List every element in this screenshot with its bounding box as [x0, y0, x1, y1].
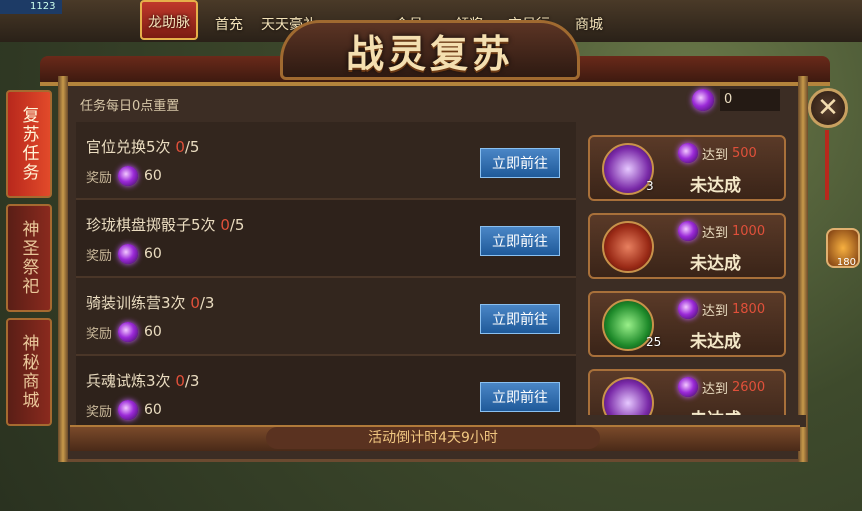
spirit-gem-icon [118, 244, 139, 264]
task-name: 兵魂试炼3次 0/3 [86, 372, 200, 390]
milestone-target: 达到 1800 [678, 299, 765, 319]
milestone-status: 未达成 [690, 176, 741, 196]
tab-revival-tasks[interactable]: 复苏任务 [6, 90, 52, 198]
go-now-button[interactable]: 立即前往 [480, 382, 560, 412]
title-plate: 战灵复苏 [280, 20, 580, 80]
spirit-gem-icon [118, 322, 139, 342]
task-name: 珍珑棋盘掷骰子5次 0/5 [86, 216, 245, 234]
task-name: 官位兑换5次 0/5 [86, 138, 200, 156]
task-reward: 奖励 60 [86, 244, 162, 264]
milestone-target: 达到 500 [678, 143, 757, 163]
milestone-card[interactable]: 3 达到 500 未达成 [588, 135, 786, 201]
task-row: 兵魂试炼3次 0/3 奖励 60 立即前往 [76, 356, 576, 434]
go-now-button[interactable]: 立即前往 [480, 304, 560, 334]
spirit-gem-icon [692, 89, 714, 111]
task-reward: 奖励 60 [86, 322, 162, 342]
milestone-status: 未达成 [690, 254, 741, 274]
close-icon[interactable]: ✕ [808, 88, 848, 128]
panel-title: 战灵复苏 [345, 30, 514, 76]
right-pillar [798, 76, 808, 462]
task-name: 骑装训练营3次 0/3 [86, 294, 215, 312]
task-row: 骑装训练营3次 0/3 奖励 60 立即前往 [76, 278, 576, 356]
tab-holy-sacrifice[interactable]: 神圣祭祀 [6, 204, 52, 312]
points-display: 0 [692, 89, 780, 111]
milestone-card[interactable]: 达到 1000 未达成 [588, 213, 786, 279]
task-reward: 奖励 60 [86, 400, 162, 420]
potion-icon[interactable]: 180 [826, 228, 860, 268]
topnav-dragon-help[interactable]: 龙助脉 [140, 0, 198, 40]
points-value: 0 [720, 89, 780, 111]
tassel-decoration [825, 130, 829, 200]
spirit-gem-icon [678, 143, 698, 163]
task-row: 珍珑棋盘掷骰子5次 0/5 奖励 60 立即前往 [76, 200, 576, 278]
red-token-icon [602, 221, 654, 273]
task-list: 官位兑换5次 0/5 奖励 60 立即前往 珍珑棋盘掷骰子5次 0/5 奖励 60 … [76, 122, 576, 434]
fps-counter: 1123 [0, 0, 62, 14]
milestone-status: 未达成 [690, 332, 741, 352]
left-pillar [58, 76, 68, 462]
milestone-target: 达到 2600 [678, 377, 765, 397]
tab-mystery-shop[interactable]: 神秘商城 [6, 318, 52, 426]
spirit-gem-icon [678, 221, 698, 241]
event-countdown: 活动倒计时4天9小时 [266, 427, 600, 449]
item-count: 25 [646, 335, 662, 349]
task-reward: 奖励 60 [86, 166, 162, 186]
side-tabs: 复苏任务 神圣祭祀 神秘商城 [6, 90, 58, 432]
go-now-button[interactable]: 立即前往 [480, 148, 560, 178]
go-now-button[interactable]: 立即前往 [480, 226, 560, 256]
spirit-gem-icon [118, 166, 139, 186]
spirit-gem-icon [118, 400, 139, 420]
spirit-gem-icon [678, 299, 698, 319]
potion-count: 180 [836, 257, 856, 268]
topnav-first-recharge[interactable]: 首充 [200, 0, 258, 40]
milestone-target: 达到 1000 [678, 221, 765, 241]
milestone-list: 3 达到 500 未达成 达到 1000 未达成 25 达到 1800 未达成 达到 2… [588, 135, 786, 447]
reset-note: 任务每日0点重置 [80, 99, 180, 114]
milestone-card[interactable]: 25 达到 1800 未达成 [588, 291, 786, 357]
task-row: 官位兑换5次 0/5 奖励 60 立即前往 [76, 122, 576, 200]
item-count: 3 [646, 179, 654, 193]
spirit-gem-icon [678, 377, 698, 397]
